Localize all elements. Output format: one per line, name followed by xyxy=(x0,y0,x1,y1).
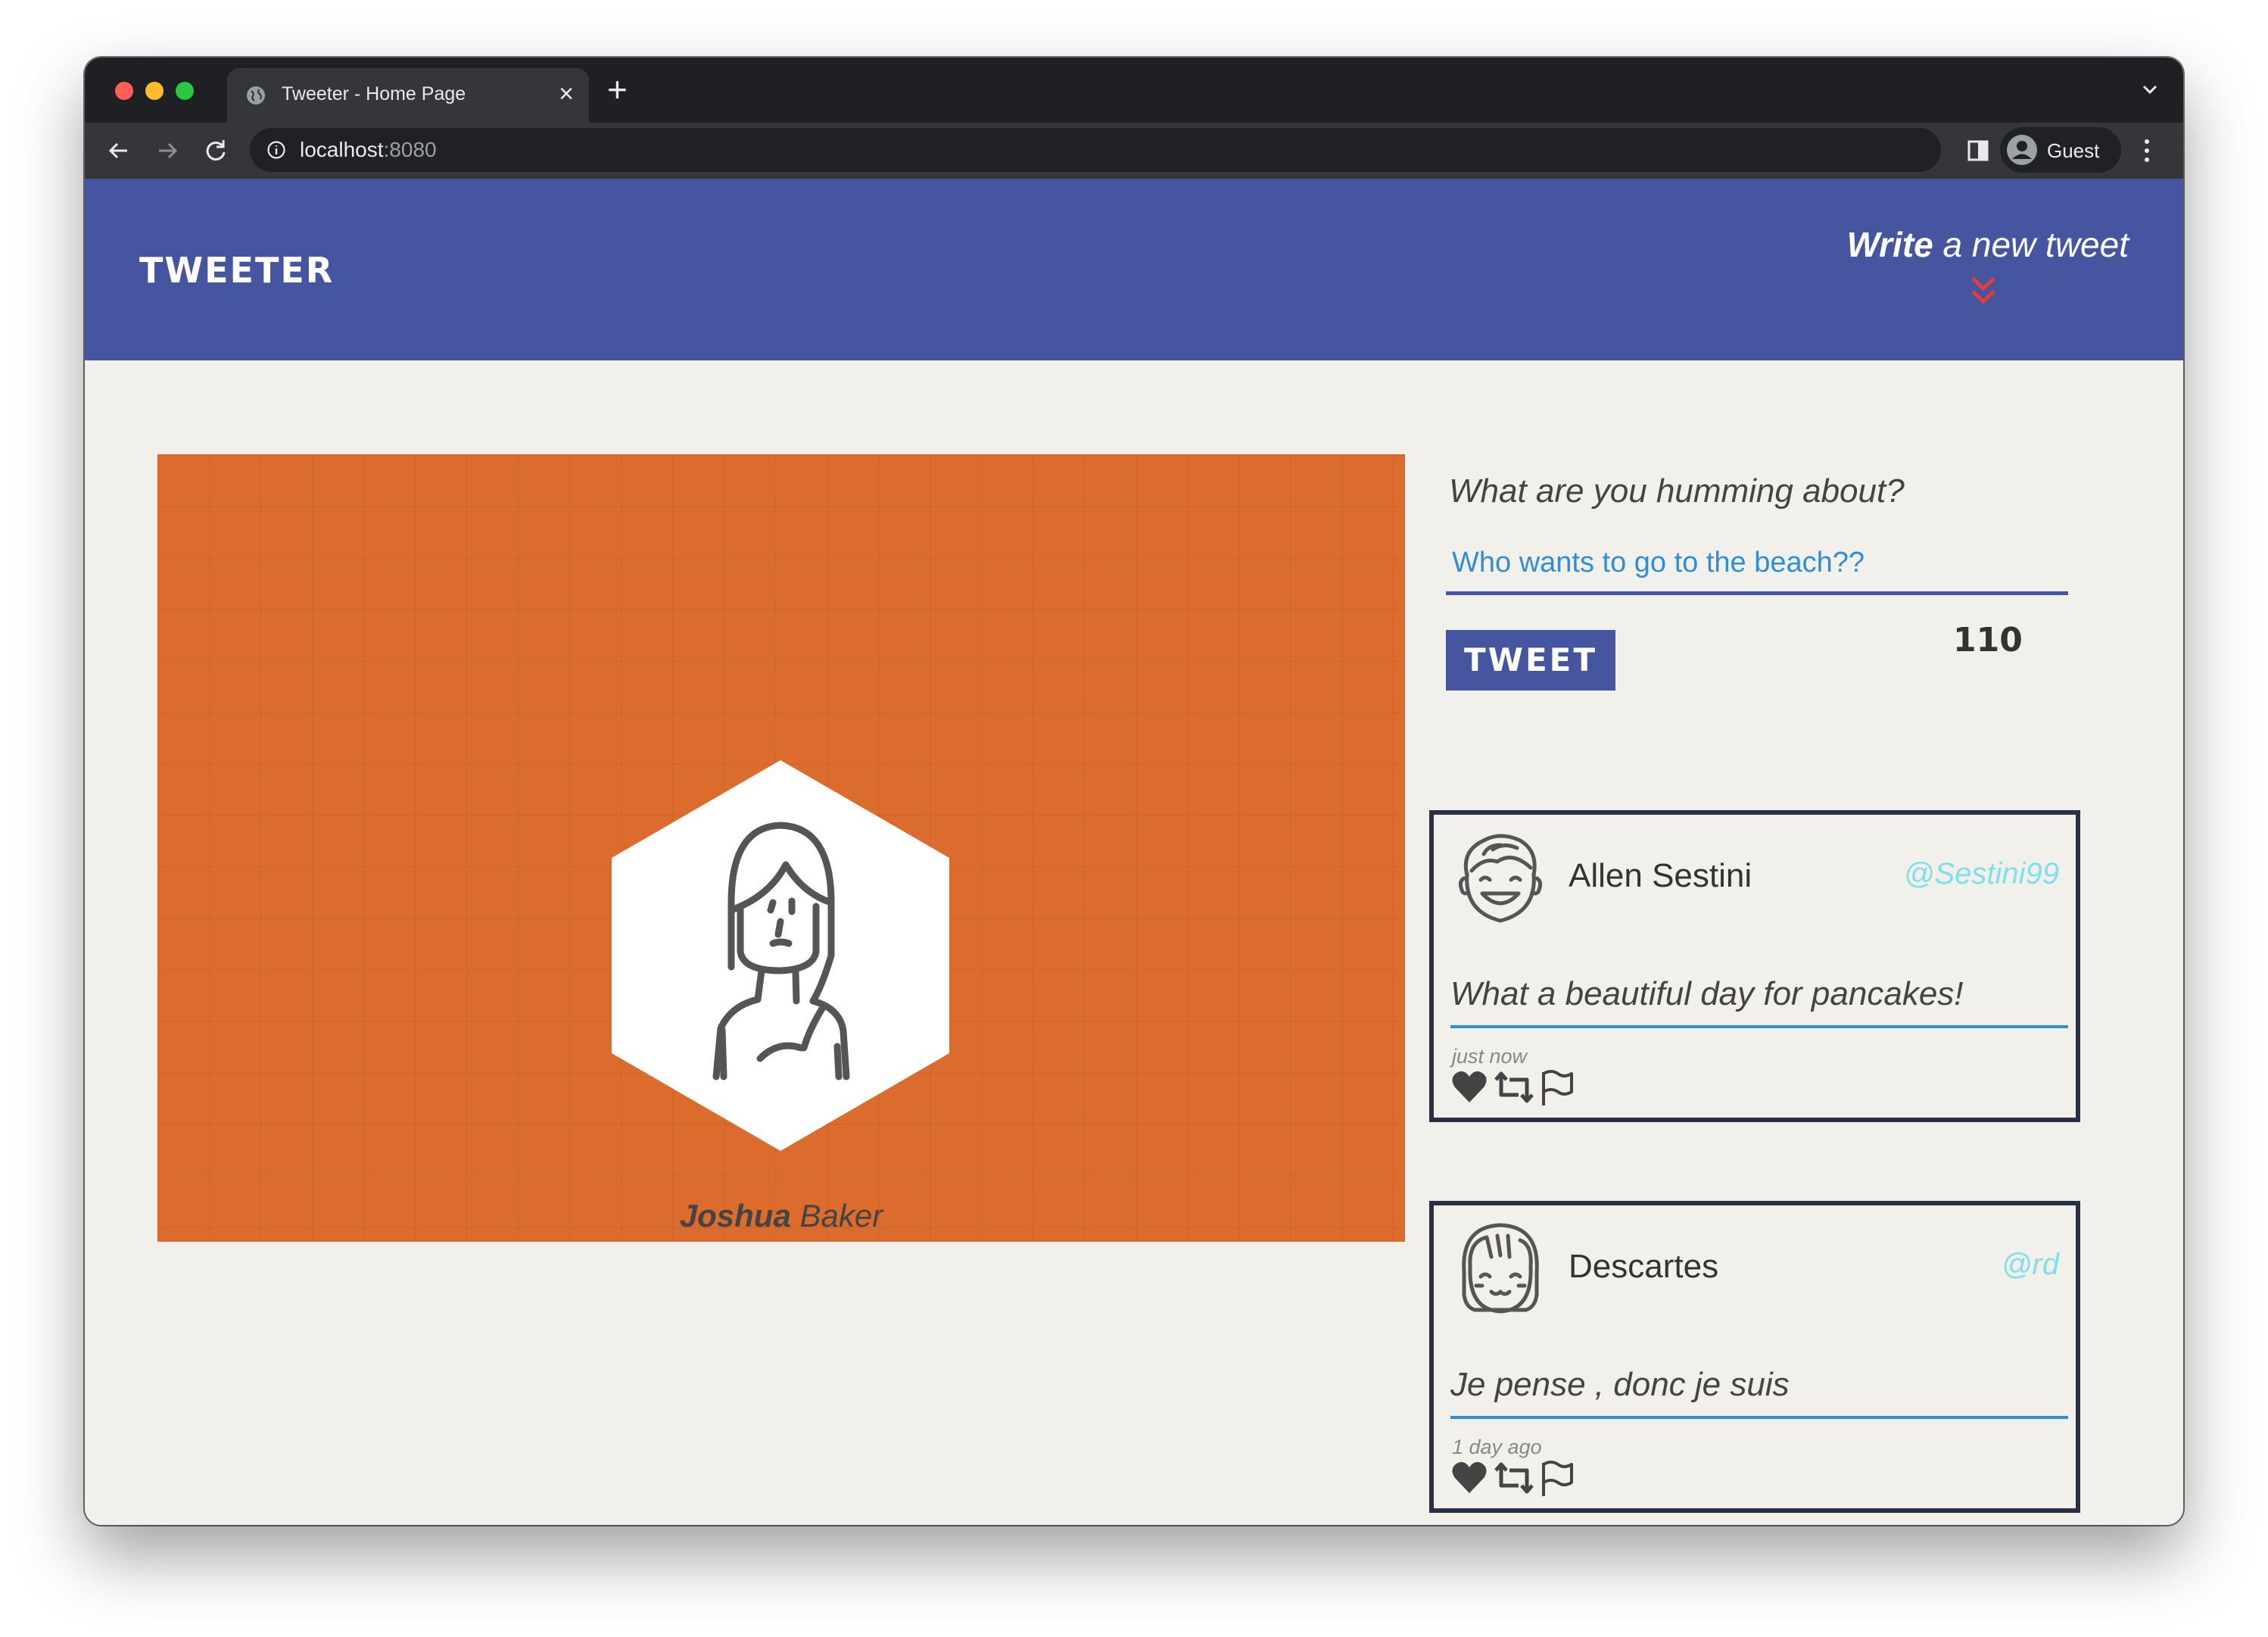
compose-prompt: What are you humming about? xyxy=(1449,472,1905,510)
minimize-window-button[interactable] xyxy=(145,82,164,100)
tweet-content: What a beautiful day for pancakes! xyxy=(1450,975,2068,1028)
compose-text: a new tweet xyxy=(1933,225,2129,264)
char-counter: 110 xyxy=(1953,621,2023,659)
tweet-timestamp: just now xyxy=(1452,1045,1528,1068)
maximize-window-button[interactable] xyxy=(176,82,194,100)
tweet-content: Je pense , donc je suis xyxy=(1450,1366,2068,1419)
url-port: :8080 xyxy=(383,138,437,161)
forward-arrow-icon[interactable] xyxy=(151,135,183,167)
tweet-timestamp: 1 day ago xyxy=(1452,1436,1542,1458)
browser-tab[interactable]: Tweeter - Home Page × xyxy=(227,68,589,123)
tweet-card: Descartes @rd Je pense , donc je suis 1 … xyxy=(1429,1201,2080,1513)
back-arrow-icon[interactable] xyxy=(103,135,135,167)
flag-icon[interactable] xyxy=(1540,1069,1575,1107)
tweet-input[interactable] xyxy=(1446,535,2068,595)
globe-icon xyxy=(247,86,265,104)
browser-toolbar: localhost:8080 Guest xyxy=(85,123,2183,179)
tweet-author-name: Descartes xyxy=(1569,1248,1719,1285)
browser-window: Tweeter - Home Page × + localhost:8080 G… xyxy=(85,58,2183,1525)
close-window-button[interactable] xyxy=(115,82,133,100)
compose-bold-text: Write xyxy=(1846,225,1933,264)
profile-banner: Joshua Baker xyxy=(157,454,1405,1242)
profile-last-name: Baker xyxy=(790,1198,883,1233)
double-chevron-down-icon[interactable] xyxy=(1968,274,1999,307)
tab-close-icon[interactable]: × xyxy=(559,77,574,111)
tweet-author-handle[interactable]: @Sestini99 xyxy=(1904,857,2059,891)
tweet-button[interactable]: TWEET xyxy=(1446,630,1615,691)
tweet-author-name: Allen Sestini xyxy=(1569,857,1752,894)
new-tab-button[interactable]: + xyxy=(607,68,628,111)
side-panel-icon[interactable] xyxy=(1965,138,1991,164)
profile-label: Guest xyxy=(2047,139,2100,162)
app-logo[interactable]: TWEETER xyxy=(139,250,334,291)
heart-icon[interactable] xyxy=(1450,1460,1488,1496)
profile-first-name: Joshua xyxy=(679,1198,791,1233)
app-navbar: TWEETER Write a new tweet xyxy=(85,179,2183,360)
retweet-icon[interactable] xyxy=(1493,1460,1535,1496)
profile-name: Joshua Baker xyxy=(157,1198,1405,1234)
reload-icon[interactable] xyxy=(200,135,232,167)
page-viewport: TWEETER Write a new tweet Joshua Baker W… xyxy=(85,179,2183,1525)
smiling-girl-avatar-icon xyxy=(1462,1223,1539,1314)
smiling-man-avatar-icon xyxy=(1458,834,1543,923)
profile-avatar xyxy=(612,760,949,1151)
address-bar[interactable]: localhost:8080 xyxy=(250,128,1941,172)
tab-strip: Tweeter - Home Page × + xyxy=(85,58,2183,123)
site-info-icon[interactable] xyxy=(266,140,286,160)
tweet-card: Allen Sestini @Sestini99 What a beautifu… xyxy=(1429,810,2080,1122)
tweet-author-handle[interactable]: @rd xyxy=(2002,1248,2059,1282)
heart-icon[interactable] xyxy=(1450,1069,1488,1105)
retweet-icon[interactable] xyxy=(1493,1069,1535,1105)
tab-title: Tweeter - Home Page xyxy=(282,83,466,104)
tab-search-chevron-icon[interactable] xyxy=(2136,76,2164,103)
url-text: localhost:8080 xyxy=(300,138,437,162)
profile-button[interactable]: Guest xyxy=(2000,127,2121,173)
flag-icon[interactable] xyxy=(1540,1460,1575,1498)
url-host: localhost xyxy=(300,138,384,161)
write-new-tweet-link[interactable]: Write a new tweet xyxy=(1847,224,2129,265)
person-avatar-icon xyxy=(2007,135,2037,165)
browser-menu-icon[interactable] xyxy=(2141,136,2153,165)
